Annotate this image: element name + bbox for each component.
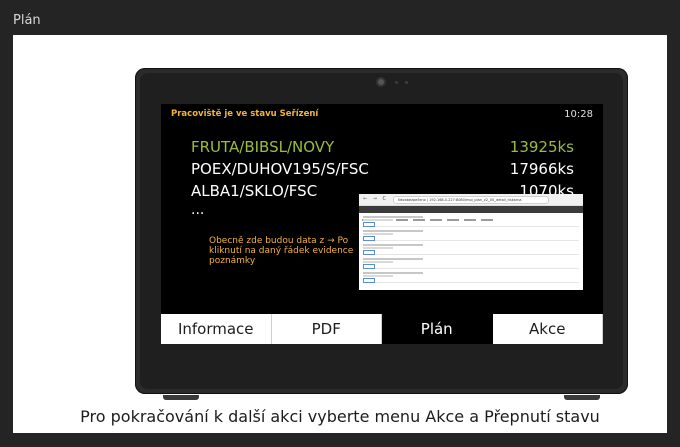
instruction-panel: Pracoviště je ve stavu Seřízení 10:28 FR… (13, 35, 667, 433)
tablet-device: Pracoviště je ve stavu Seřízení 10:28 FR… (135, 68, 628, 400)
page-label: Plán (13, 13, 41, 28)
browser-preview: ← → C Nezabezpečeno | 192.168.0.227:8080… (359, 194, 583, 290)
menu-plan[interactable]: Plán (382, 314, 493, 344)
job-quantity: 17966ks (509, 160, 574, 178)
bottom-menu: Informace PDF Plán Akce (161, 314, 603, 344)
job-row[interactable]: FRUTA/BIBSL/NOVY 13925ks (191, 138, 574, 158)
menu-akce[interactable]: Akce (492, 314, 603, 344)
more-rows-indicator: ... (191, 202, 205, 218)
browser-menu-strip (359, 206, 583, 221)
tablet-screen: Pracoviště je ve stavu Seřízení 10:28 FR… (161, 104, 603, 344)
camera-icon (378, 79, 384, 85)
browser-list-item (363, 258, 579, 269)
browser-address-bar: Nezabezpečeno | 192.168.0.227:8080/mpi_p… (393, 196, 549, 204)
browser-list-item (363, 216, 579, 227)
clock: 10:28 (564, 109, 593, 120)
menu-pdf[interactable]: PDF (271, 314, 382, 344)
tablet-stand (133, 390, 630, 400)
browser-list-item (363, 230, 579, 241)
menu-informace[interactable]: Informace (161, 314, 272, 344)
annotation-note: Obecně zde budou data z → Po kliknutí na… (209, 236, 354, 266)
job-row[interactable]: POEX/DUHOV195/S/FSC 17966ks (191, 160, 574, 180)
workplace-status: Pracoviště je ve stavu Seřízení (171, 109, 319, 119)
job-quantity: 13925ks (509, 138, 574, 156)
browser-list-item (363, 244, 579, 255)
sensor-dot (405, 81, 408, 84)
browser-nav-icons: ← → C (363, 196, 389, 202)
browser-list-item (363, 272, 579, 283)
job-name: POEX/DUHOV195/S/FSC (191, 160, 369, 178)
job-name: ALBA1/SKLO/FSC (191, 182, 318, 200)
instruction-caption: Pro pokračování k další akci vyberte men… (80, 407, 600, 426)
sensor-dot (395, 81, 398, 84)
job-name: FRUTA/BIBSL/NOVY (191, 138, 335, 156)
browser-toolbar: ← → C Nezabezpečeno | 192.168.0.227:8080… (359, 194, 583, 206)
